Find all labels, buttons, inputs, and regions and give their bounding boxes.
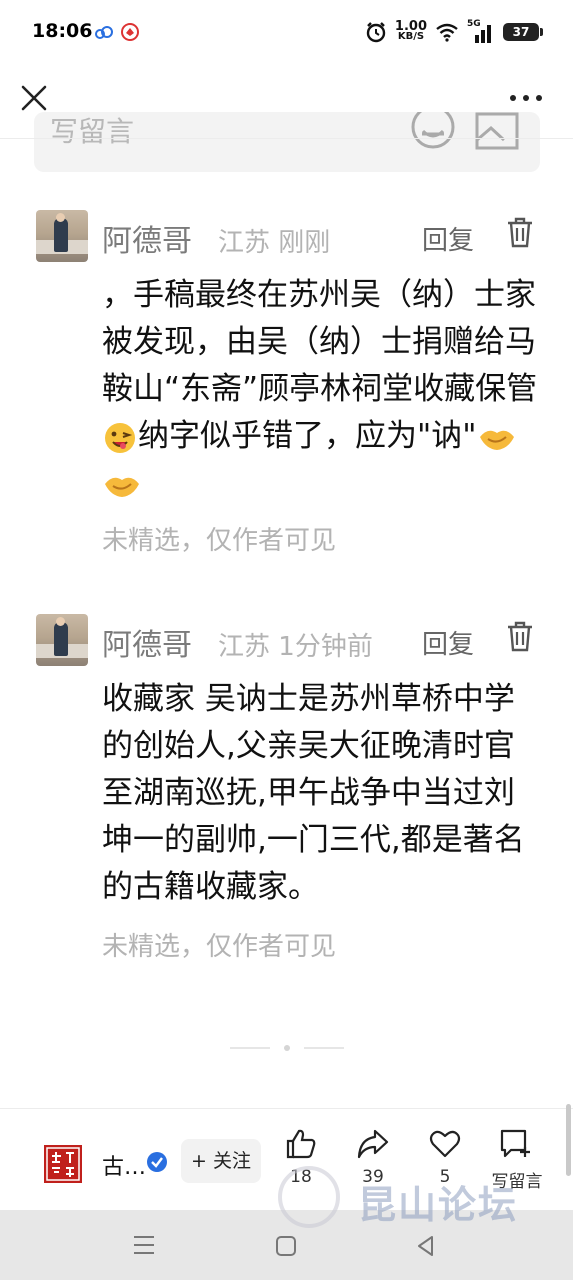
- avatar[interactable]: [36, 614, 88, 666]
- ancient-books-logo-icon: [46, 1147, 80, 1181]
- comment-add-icon: [500, 1129, 530, 1158]
- end-divider: [230, 1047, 270, 1049]
- verified-badge-icon: [147, 1152, 167, 1172]
- network-speed: 1.00 KB/S: [394, 19, 427, 42]
- end-divider: [304, 1047, 344, 1049]
- comment-meta: 江苏 刚刚: [218, 228, 331, 258]
- status-indicators: 1.00 KB/S 5G 37: [365, 18, 543, 46]
- battery-indicator: 37: [503, 23, 543, 41]
- comment-input-placeholder: 写留言: [50, 115, 135, 148]
- back-icon[interactable]: [414, 1234, 438, 1258]
- account-logo[interactable]: [44, 1145, 82, 1183]
- handshake-emoji-icon: [105, 477, 139, 497]
- status-bar: 18:06 1.00 KB/S 5G 37: [0, 0, 573, 64]
- header-divider: [0, 138, 573, 139]
- emoji-icon[interactable]: [410, 112, 456, 150]
- account-name[interactable]: 古…: [102, 1149, 146, 1181]
- comment-text: ，手稿最终在苏州吴（纳）士家被发现，由吴（纳）士捐赠给马鞍山“东斋”顾亭林祠堂收…: [102, 272, 542, 507]
- winking-face-emoji-icon: [105, 422, 135, 453]
- comment-meta: 江苏 1分钟前: [218, 632, 373, 662]
- wifi-icon: [436, 23, 458, 42]
- alarm-icon: [366, 22, 386, 43]
- reply-button[interactable]: 回复: [422, 624, 474, 661]
- comment-status: 未精选，仅作者可见: [102, 526, 337, 556]
- close-icon[interactable]: [18, 82, 50, 114]
- home-icon[interactable]: [274, 1234, 298, 1258]
- handshake-emoji-icon: [479, 430, 514, 450]
- comment-username[interactable]: 阿德哥: [102, 216, 192, 260]
- avatar[interactable]: [36, 210, 88, 262]
- trash-icon[interactable]: [506, 216, 534, 248]
- forum-watermark: 昆山论坛: [276, 1162, 573, 1236]
- cellular-signal-icon: 5G: [467, 19, 495, 43]
- image-icon[interactable]: [474, 112, 520, 152]
- status-time: 18:06: [32, 20, 93, 42]
- comment-status: 未精选，仅作者可见: [102, 932, 337, 962]
- end-indicator-dot: [284, 1045, 290, 1051]
- watermark-logo-icon: [278, 1166, 340, 1228]
- follow-button[interactable]: + 关注: [181, 1139, 261, 1183]
- reply-button[interactable]: 回复: [422, 220, 474, 257]
- heart-icon: [429, 1130, 461, 1158]
- comment-username[interactable]: 阿德哥: [102, 620, 192, 664]
- watermark-text: 昆山论坛: [358, 1182, 519, 1227]
- thumbs-up-icon: [286, 1129, 316, 1159]
- notification-app-icon: [121, 23, 139, 41]
- trash-icon[interactable]: [506, 620, 534, 652]
- share-icon: [357, 1129, 389, 1159]
- comment-text: 收藏家 吴讷士是苏州草桥中学的创始人,父亲吴大征晚清时官至湖南巡抚,甲午战争中当…: [102, 681, 525, 905]
- cloud-app-icon: [95, 26, 113, 39]
- comment-input[interactable]: 写留言: [34, 112, 540, 172]
- recent-apps-icon[interactable]: [132, 1234, 156, 1256]
- more-icon[interactable]: [509, 94, 543, 102]
